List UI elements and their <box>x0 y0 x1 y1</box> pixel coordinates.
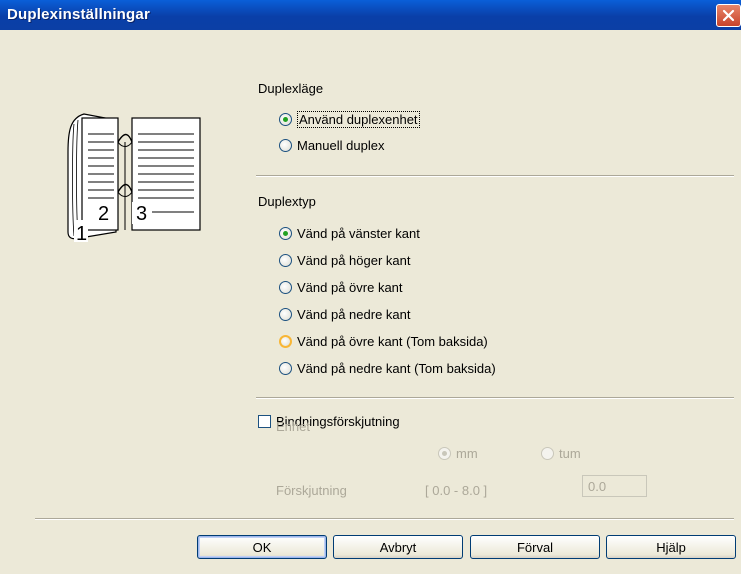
close-icon <box>722 9 735 22</box>
offset-range: [ 0.0 - 8.0 ] <box>425 483 488 498</box>
radio-button[interactable] <box>279 112 292 126</box>
page-number-1: 1 <box>76 223 87 245</box>
radio-manual-duplex[interactable]: Manuell duplex <box>279 136 384 154</box>
radio-button[interactable] <box>279 253 292 267</box>
radio-unit-inch: tum <box>541 444 581 462</box>
radio-label: Vänd på vänster kant <box>297 225 420 241</box>
radio-flip-top-edge[interactable]: Vänd på övre kant <box>279 278 403 296</box>
radio-unit-mm: mm <box>438 444 478 462</box>
separator <box>256 397 734 399</box>
separator <box>35 518 734 520</box>
radio-button[interactable] <box>279 361 292 375</box>
title-bar: Duplexinställningar <box>0 0 741 30</box>
radio-label: Manuell duplex <box>297 137 385 153</box>
radio-flip-bottom-edge[interactable]: Vänd på nedre kant <box>279 305 410 323</box>
radio-use-duplex-unit[interactable]: Använd duplexenhet <box>279 110 420 128</box>
close-button[interactable] <box>716 4 741 27</box>
help-button[interactable]: Hjälp <box>606 535 736 559</box>
radio-flip-bottom-edge-blank-back[interactable]: Vänd på nedre kant (Tom baksida) <box>279 359 496 377</box>
radio-button[interactable] <box>279 280 292 294</box>
radio-label: Vänd på nedre kant (Tom baksida) <box>297 360 496 376</box>
duplex-booklet-icon: 1 2 3 <box>67 113 201 245</box>
radio-label: Vänd på höger kant <box>297 252 411 268</box>
offset-input: 0.0 <box>582 475 647 497</box>
window-title: Duplexinställningar <box>7 6 150 23</box>
radio-button[interactable] <box>279 226 292 240</box>
ok-button[interactable]: OK <box>197 535 327 559</box>
radio-flip-left-edge[interactable]: Vänd på vänster kant <box>279 224 420 242</box>
radio-label: Vänd på övre kant (Tom baksida) <box>297 333 488 349</box>
default-button[interactable]: Förval <box>470 535 600 559</box>
radio-label: Vänd på övre kant <box>297 279 403 295</box>
cancel-button[interactable]: Avbryt <box>333 535 463 559</box>
radio-button[interactable] <box>279 138 292 152</box>
radio-flip-right-edge[interactable]: Vänd på höger kant <box>279 251 410 269</box>
radio-button <box>438 446 451 460</box>
page-number-3: 3 <box>136 203 147 225</box>
radio-label: mm <box>456 445 478 461</box>
page-number-2: 2 <box>98 203 109 225</box>
duplex-mode-label: Duplexläge <box>258 81 324 96</box>
duplex-type-label: Duplextyp <box>258 194 316 209</box>
offset-label: Förskjutning <box>276 483 347 498</box>
radio-label: tum <box>559 445 581 461</box>
radio-label: Använd duplexenhet <box>297 110 420 128</box>
radio-button[interactable] <box>279 334 292 348</box>
radio-button <box>541 446 554 460</box>
radio-label: Vänd på nedre kant <box>297 306 411 322</box>
unit-label: Enhet <box>276 419 310 434</box>
separator <box>256 175 734 177</box>
checkbox-box[interactable] <box>258 415 271 428</box>
radio-flip-top-edge-blank-back[interactable]: Vänd på övre kant (Tom baksida) <box>279 332 488 350</box>
radio-button[interactable] <box>279 307 292 321</box>
